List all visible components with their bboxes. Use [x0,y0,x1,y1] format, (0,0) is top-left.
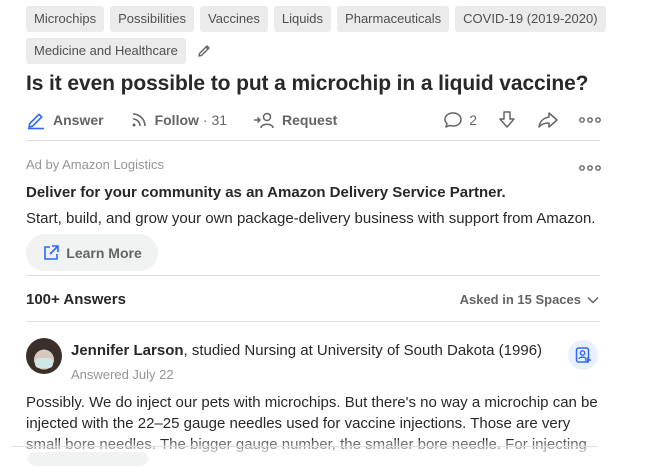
downvote-arrow-icon [499,111,515,128]
request-label: Request [282,112,338,128]
answer-button[interactable]: Answer [26,110,104,130]
pencil-icon[interactable] [196,43,212,59]
ad-sponsor-label[interactable]: Ad by Amazon Logistics [26,157,164,172]
author-line: Jennifer Larson, studied Nursing at Univ… [71,342,542,359]
request-button[interactable]: Request [253,111,337,129]
rss-follow-icon [132,113,146,127]
learn-more-label: Learn More [66,244,142,261]
request-person-icon [254,112,274,129]
learn-more-button[interactable]: Learn More [26,234,158,271]
author-credential: , studied Nursing at University of South… [183,342,543,359]
asked-in-label: Asked in 15 Spaces [459,292,581,307]
answer-label: Answer [53,112,104,128]
ad-more-options-button[interactable] [579,158,601,176]
external-link-icon [44,244,60,260]
topic-chip-covid19[interactable]: COVID-19 (2019-2020) [455,6,606,32]
question-secondary-actions: 2 [423,110,601,130]
follow-button[interactable]: Follow · 31 [130,111,227,129]
topic-list: Microchips Possibilities Vaccines Liquid… [26,6,626,70]
follow-author-button[interactable] [568,340,598,370]
downvote-button[interactable] [497,110,517,130]
divider [26,321,600,322]
answered-date[interactable]: Answered July 22 [71,367,174,382]
topic-chip-pharmaceuticals[interactable]: Pharmaceuticals [337,6,450,32]
ad-description: Start, build, and grow your own package-… [26,210,596,227]
chevron-down-icon [587,296,599,304]
question-action-bar: Answer Follow · 31 Request 2 [26,106,601,134]
topic-row-2: Medicine and Healthcare [26,38,626,64]
topic-chip-possibilities[interactable]: Possibilities [110,6,195,32]
answer-pencil-icon [28,113,44,130]
more-dots-icon [579,117,601,123]
question-title[interactable]: Is it even possible to put a microchip i… [26,72,589,96]
comments-count: 2 [469,112,477,128]
author-avatar[interactable] [26,338,62,374]
divider [26,140,600,141]
topic-chip-liquids[interactable]: Liquids [273,6,332,32]
topic-chip-vaccines[interactable]: Vaccines [200,6,268,32]
share-button[interactable] [537,110,559,130]
comments-button[interactable]: 2 [443,110,477,130]
follow-person-plus-icon [575,347,591,363]
comment-bubble-icon [444,112,462,128]
divider [12,446,598,447]
more-options-button[interactable] [579,117,601,123]
topic-row-1: Microchips Possibilities Vaccines Liquid… [26,6,626,32]
more-button[interactable] [28,452,148,466]
topic-chip-microchips[interactable]: Microchips [26,6,105,32]
follow-label: Follow [154,112,199,128]
answers-count: 100+ Answers [26,291,126,308]
author-name[interactable]: Jennifer Larson [71,342,184,359]
avatar-mask-detail [35,358,53,368]
asked-in-spaces-dropdown[interactable]: Asked in 15 Spaces [460,292,599,307]
topic-chip-medicine[interactable]: Medicine and Healthcare [26,38,186,64]
more-dots-icon [579,165,601,171]
divider [26,275,600,276]
share-arrow-icon [538,112,558,128]
follow-count: · 31 [202,112,228,128]
ad-title[interactable]: Deliver for your community as an Amazon … [26,184,506,201]
